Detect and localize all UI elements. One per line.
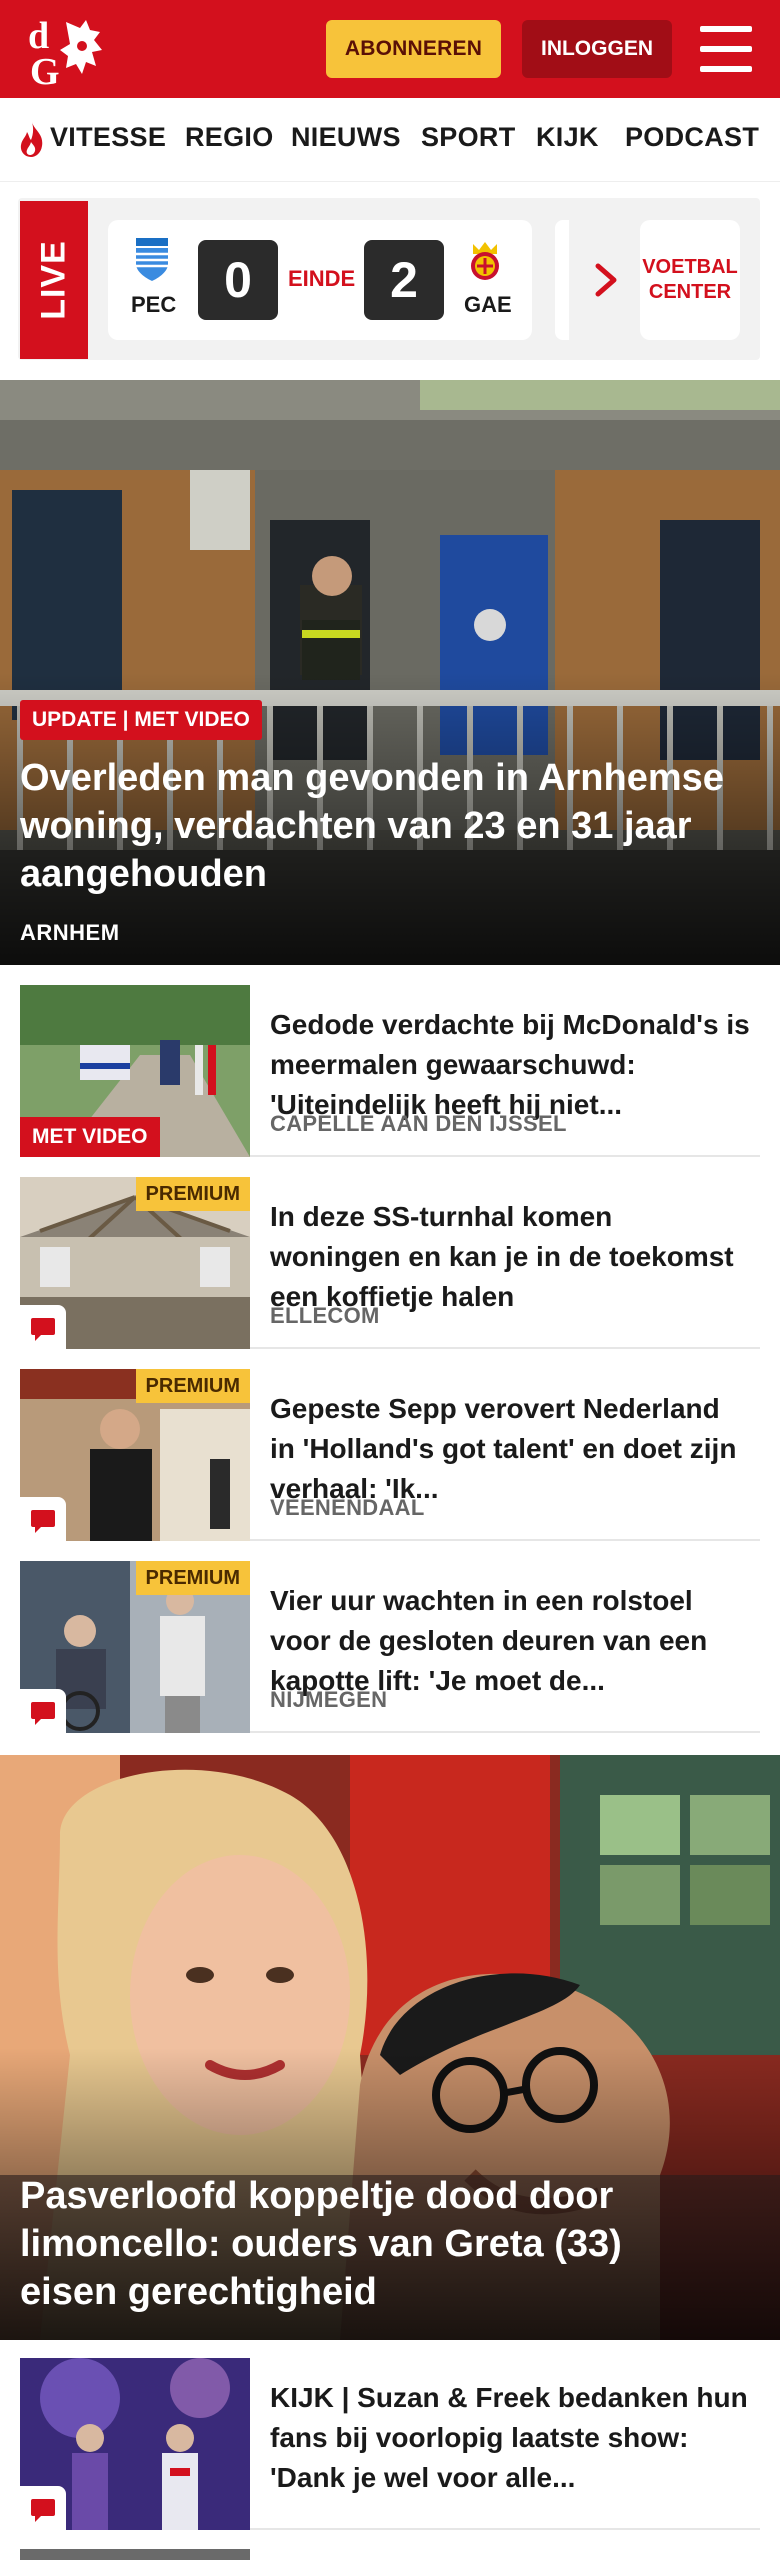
list-item[interactable] [20,2548,760,2560]
home-score: 0 [198,240,278,320]
top-header: d G ABONNEREN INLOGGEN [0,0,780,98]
premium-badge: PREMIUM [135,1369,250,1403]
article-title[interactable]: Vier uur wachten in een rolstoel voor de… [270,1581,750,1701]
voetbal-center-link[interactable]: VOETBAL CENTER [640,220,740,340]
home-team-name: PEC [131,292,177,317]
list-item[interactable]: MET VIDEO Gedode verdachte bij McDonald'… [20,985,760,1157]
article-location: VEENENDAAL [270,1495,425,1520]
article-title[interactable]: KIJK | Suzan & Freek bedanken hun fans b… [270,2378,750,2498]
hero-location: ARNHEM [20,920,120,945]
article-title[interactable]: In deze SS-turnhal komen woningen en kan… [270,1197,750,1317]
hamburger-menu-icon[interactable] [700,26,752,72]
match-status: EINDE [288,266,356,291]
article-thumbnail [20,2358,250,2530]
nav-item-nieuws[interactable]: NIEUWS [291,122,401,153]
away-score: 2 [364,240,444,320]
nav-item-kijk[interactable]: KIJK [536,122,599,153]
gae-crest-icon [471,242,499,280]
nav-item-vitesse[interactable]: VITESSE [50,122,166,153]
article-thumbnail: PREMIUM [20,1177,250,1349]
svg-text:G: G [30,51,60,88]
hero-title[interactable]: Overleden man gevonden in Arnhemse wonin… [20,754,765,898]
list-item[interactable]: PREMIUM In deze SS-turnhal komen woninge… [20,1177,760,1349]
next-match-card[interactable] [555,220,569,340]
away-team-name: GAE [464,292,512,317]
subscribe-button[interactable]: ABONNEREN [326,20,501,78]
chevron-right-icon[interactable] [592,262,620,298]
premium-badge: PREMIUM [135,1561,250,1595]
list-item[interactable]: KIJK | Suzan & Freek bedanken hun fans b… [20,2358,760,2530]
flame-icon [20,122,43,157]
list-item[interactable]: PREMIUM Vier uur wachten in een rolstoel… [20,1561,760,1733]
live-label: LIVE [20,201,88,359]
article-title[interactable]: Gedode verdachte bij McDonald's is meerm… [270,1005,750,1125]
site-logo[interactable]: d G [26,12,114,88]
premium-badge: PREMIUM [135,1177,250,1211]
article-thumbnail: MET VIDEO [20,985,250,1157]
comment-icon [20,2486,66,2530]
pec-crest-icon [136,238,168,281]
nav-item-regio[interactable]: REGIO [185,122,274,153]
article-location: ELLECOM [270,1303,380,1328]
article-title[interactable]: Gepeste Sepp verovert Nederland in 'Holl… [270,1389,750,1509]
article-thumbnail: PREMIUM [20,1369,250,1541]
comment-icon [20,1497,66,1541]
article-thumbnail [20,2548,250,2560]
article-badge: MET VIDEO [20,1117,160,1157]
article-location: NIJMEGEN [270,1687,388,1712]
comment-icon [20,1689,66,1733]
article-location: CAPELLE AAN DEN IJSSEL [270,1111,567,1136]
nav-item-sport[interactable]: SPORT [421,122,516,153]
comment-icon [20,1305,66,1349]
login-button[interactable]: INLOGGEN [522,20,672,78]
nav-item-podcast[interactable]: PODCAST [625,122,759,153]
list-item[interactable]: PREMIUM Gepeste Sepp verovert Nederland … [20,1369,760,1541]
hero-title[interactable]: Pasverloofd koppeltje dood door limoncel… [20,2172,720,2316]
article-thumbnail: PREMIUM [20,1561,250,1733]
hero-badge: UPDATE | MET VIDEO [20,700,262,740]
